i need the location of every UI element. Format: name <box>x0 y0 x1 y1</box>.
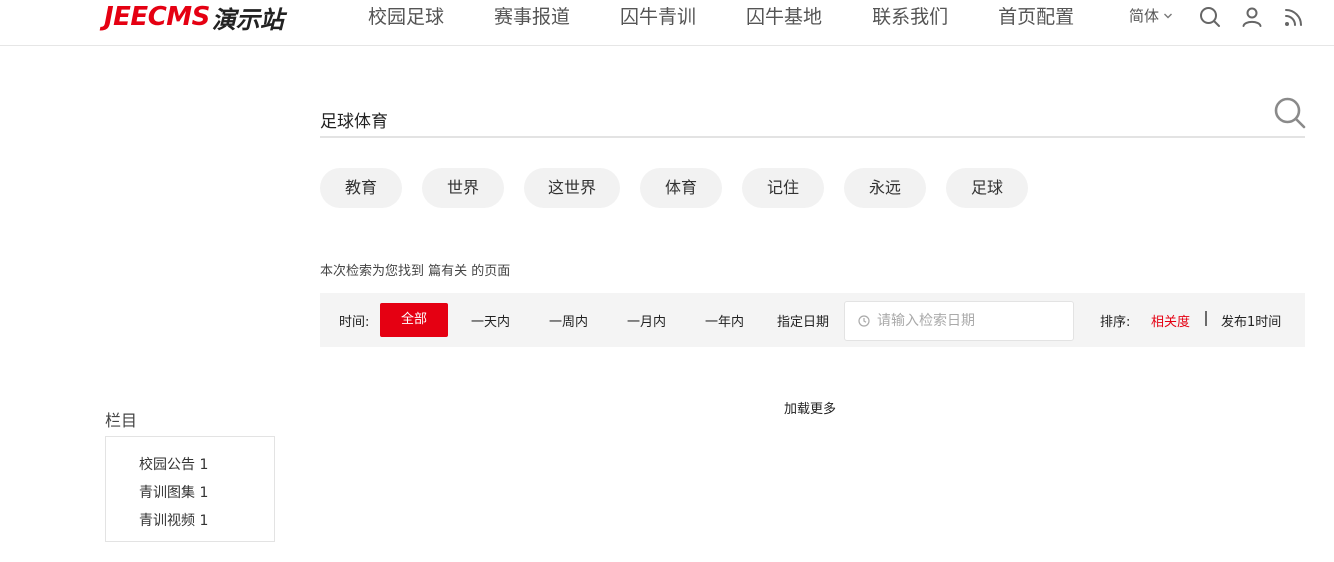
sidebar-item-campus-notice[interactable]: 校园公告 1 <box>106 451 274 479</box>
time-filter-custom-option[interactable]: 指定日期 <box>777 311 829 330</box>
sidebar-column-list: 校园公告 1 青训图集 1 青训视频 1 <box>105 436 275 542</box>
tag-sports[interactable]: 体育 <box>640 168 723 208</box>
result-summary: 本次检索为您找到 篇有关 的页面 <box>320 264 511 279</box>
site-logo[interactable]: JEECMS 演示站 <box>104 2 284 34</box>
search-icon[interactable] <box>1273 96 1307 130</box>
tag-education[interactable]: 教育 <box>320 168 402 208</box>
logo-text-cn: 演示站 <box>211 5 284 34</box>
tag-football[interactable]: 足球 <box>946 168 1029 208</box>
filter-bar: 时间: 全部 一天内 一周内 一月内 一年内 指定日期 排序: 相关度 发布1时… <box>320 293 1305 347</box>
time-filter-year-option[interactable]: 一年内 <box>705 311 744 330</box>
search-input[interactable] <box>320 106 1260 132</box>
chevron-down-icon <box>1164 13 1173 19</box>
language-select[interactable]: 简体 <box>1129 6 1173 26</box>
time-filter-label: 时间: <box>339 315 370 330</box>
main-nav: 校园足球 赛事报道 囚牛青训 囚牛基地 联系我们 首页配置 <box>368 4 1074 30</box>
time-filter-all-button[interactable]: 全部 <box>380 303 448 337</box>
time-filter-month-option[interactable]: 一月内 <box>627 311 666 330</box>
hot-tags: 教育 世界 这世界 体育 记住 永远 足球 <box>320 168 1048 208</box>
nav-item-campus-football[interactable]: 校园足球 <box>368 4 444 30</box>
nav-item-youth-training[interactable]: 囚牛青训 <box>620 4 696 30</box>
clock-icon <box>858 315 870 327</box>
sort-divider <box>1205 311 1207 326</box>
site-header: JEECMS 演示站 校园足球 赛事报道 囚牛青训 囚牛基地 联系我们 首页配置… <box>0 0 1334 46</box>
load-more-button[interactable]: 加载更多 <box>784 398 836 417</box>
logo-text-en: JEECMS <box>104 2 210 32</box>
sort-label: 排序: <box>1100 315 1131 330</box>
sidebar-title: 栏目 <box>105 411 138 430</box>
nav-item-home-config[interactable]: 首页配置 <box>998 4 1074 30</box>
sidebar-item-youth-video[interactable]: 青训视频 1 <box>106 507 274 535</box>
tag-world[interactable]: 世界 <box>422 168 504 208</box>
rss-icon[interactable] <box>1282 5 1306 29</box>
tag-this-world[interactable]: 这世界 <box>524 168 621 208</box>
sidebar-item-youth-gallery[interactable]: 青训图集 1 <box>106 479 274 507</box>
search-bar <box>320 96 1307 138</box>
nav-item-base[interactable]: 囚牛基地 <box>746 4 822 30</box>
sort-relevance-option[interactable]: 相关度 <box>1151 311 1190 330</box>
tag-remember[interactable]: 记住 <box>742 168 825 208</box>
time-filter-week-option[interactable]: 一周内 <box>549 311 588 330</box>
date-picker[interactable] <box>844 301 1074 341</box>
date-input[interactable] <box>875 312 1065 330</box>
tag-forever[interactable]: 永远 <box>844 168 927 208</box>
sort-time-option[interactable]: 发布1时间 <box>1221 311 1281 330</box>
nav-item-contact[interactable]: 联系我们 <box>872 4 948 30</box>
language-label: 简体 <box>1129 7 1160 25</box>
time-filter-day-option[interactable]: 一天内 <box>471 311 510 330</box>
user-icon[interactable] <box>1240 5 1264 29</box>
nav-item-match-report[interactable]: 赛事报道 <box>494 4 570 30</box>
search-icon[interactable] <box>1198 5 1222 29</box>
